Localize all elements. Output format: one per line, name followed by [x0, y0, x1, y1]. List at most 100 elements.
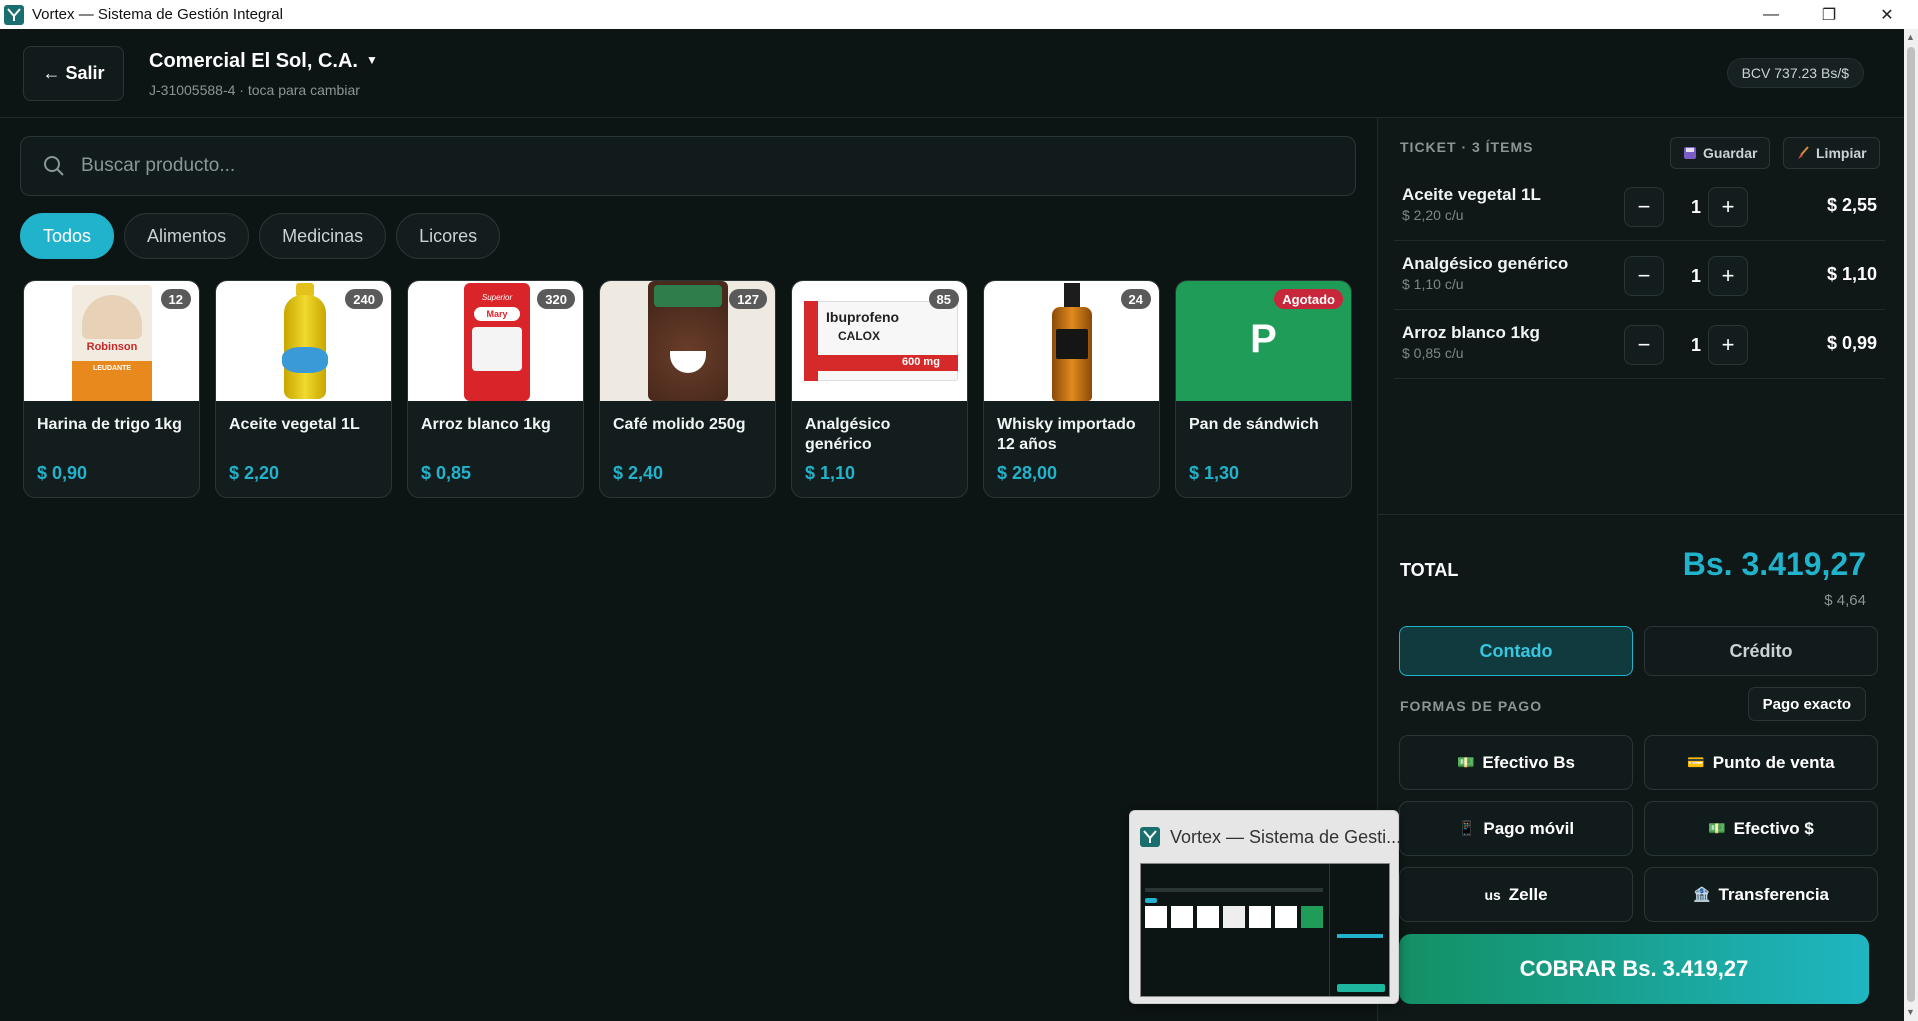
pay-label: Transferencia	[1718, 884, 1829, 904]
total-bs: Bs. 3.419,27	[1682, 546, 1866, 582]
line-unit-price: $ 1,10 c/u	[1402, 276, 1464, 292]
app-header: ← Salir Comercial El Sol, C.A. ▼ J-310055…	[0, 29, 1904, 118]
product-image-ibuprofen: Ibuprofeno CALOX 600 mg 85	[792, 281, 967, 401]
category-medicinas[interactable]: Medicinas	[259, 213, 387, 259]
scrollbar-thumb[interactable]	[1907, 47, 1915, 1002]
line-total: $ 2,55	[1826, 195, 1877, 215]
save-ticket-button[interactable]: Guardar	[1670, 137, 1771, 169]
exit-button[interactable]: ← Salir	[23, 46, 124, 101]
clear-ticket-button[interactable]: Limpiar	[1783, 137, 1880, 169]
flour-sub: LEUDANTE	[92, 365, 132, 372]
product-card[interactable]: 24 Whisky importado 12 años $ 28,00	[983, 280, 1160, 498]
decrease-qty-button[interactable]: −	[1624, 256, 1664, 296]
increase-qty-button[interactable]: +	[1708, 187, 1748, 227]
stock-badge: 85	[928, 289, 959, 309]
product-image-whisky: 24	[984, 281, 1159, 401]
pay-zelle-button[interactable]: us Zelle	[1399, 867, 1633, 922]
rice-brand: Mary	[474, 307, 520, 321]
pay-mobile-button[interactable]: 📱 Pago móvil	[1399, 801, 1633, 856]
banknote-icon: 💵	[1456, 754, 1475, 770]
mode-credit-button[interactable]: Crédito	[1644, 626, 1878, 676]
total-label: TOTAL	[1400, 560, 1459, 580]
ticket-line: Arroz blanco 1kg $ 0,85 c/u − 1 + $ 0,99	[1394, 311, 1885, 379]
floppy-disk-icon	[1684, 147, 1696, 159]
line-unit-price: $ 0,85 c/u	[1402, 345, 1464, 361]
preview-title: Vortex — Sistema de Gesti...	[1170, 827, 1402, 847]
preview-thumbnail	[1140, 863, 1390, 997]
restore-button[interactable]: ❐	[1806, 0, 1852, 29]
product-name: Pan de sándwich	[1189, 416, 1319, 433]
product-image-placeholder: P Agotado	[1176, 281, 1351, 401]
pay-cash-bs-button[interactable]: 💵 Efectivo Bs	[1399, 735, 1633, 790]
product-letter: P	[1250, 317, 1277, 361]
product-price: $ 1,10	[805, 463, 856, 483]
category-alimentos[interactable]: Alimentos	[124, 213, 250, 259]
vortex-app-icon	[1140, 827, 1160, 847]
ticket-line: Aceite vegetal 1L $ 2,20 c/u − 1 + $ 2,5…	[1394, 173, 1885, 241]
bank-icon: 🏦	[1693, 886, 1711, 902]
product-image-flour: Robinson LEUDANTE 12	[24, 281, 199, 401]
product-name: Whisky importado 12 años	[997, 416, 1136, 453]
decrease-qty-button[interactable]: −	[1624, 325, 1664, 365]
pay-pos-button[interactable]: 💳 Punto de venta	[1644, 735, 1878, 790]
increase-qty-button[interactable]: +	[1708, 325, 1748, 365]
company-selector[interactable]: Comercial El Sol, C.A. ▼	[149, 50, 378, 73]
mobile-phone-icon: 📱	[1457, 820, 1476, 836]
product-name: Arroz blanco 1kg	[421, 416, 551, 433]
product-search[interactable]	[20, 136, 1356, 196]
stock-badge: 127	[729, 289, 767, 309]
rice-sub: Superior	[481, 293, 513, 302]
total-usd: $ 4,64	[1824, 592, 1866, 609]
line-unit-price: $ 2,20 c/u	[1402, 207, 1464, 223]
ticket-panel: TICKET · 3 ÍTEMS Guardar Limpiar Aceite …	[1377, 118, 1905, 1021]
pay-label: Efectivo Bs	[1482, 752, 1576, 772]
increase-qty-button[interactable]: +	[1708, 256, 1748, 296]
pay-label: Zelle	[1508, 884, 1548, 904]
window-titlebar: Vortex — Sistema de Gestión Integral — ❐…	[0, 0, 1918, 29]
category-tabs: Todos Alimentos Medicinas Licores	[20, 213, 501, 259]
caret-down-icon: ▼	[365, 53, 378, 67]
product-card[interactable]: P Agotado Pan de sándwich $ 1,30	[1175, 280, 1352, 498]
taskbar-window-preview[interactable]: Vortex — Sistema de Gesti...	[1129, 810, 1402, 1004]
flour-brand: Robinson	[86, 341, 138, 353]
product-name: Aceite vegetal 1L	[229, 416, 360, 433]
product-card[interactable]: Robinson LEUDANTE 12 Harina de trigo 1kg…	[23, 280, 200, 498]
line-qty: 1	[1690, 197, 1701, 217]
line-qty: 1	[1690, 335, 1701, 355]
category-todos[interactable]: Todos	[20, 213, 115, 259]
exchange-rate-badge: BCV 737.23 Bs/$	[1726, 58, 1864, 88]
search-input[interactable]	[81, 155, 1281, 177]
line-name: Arroz blanco 1kg	[1402, 323, 1540, 342]
line-name: Analgésico genérico	[1402, 254, 1569, 273]
product-card[interactable]: Ibuprofeno CALOX 600 mg 85 Analgésico ge…	[791, 280, 968, 498]
clear-label: Limpiar	[1816, 145, 1867, 161]
scroll-down-icon[interactable]: ▼	[1906, 1007, 1915, 1017]
product-image-rice: Superior Mary 320	[408, 281, 583, 401]
mode-cash-button[interactable]: Contado	[1399, 626, 1633, 676]
product-price: $ 2,40	[613, 463, 664, 483]
line-total: $ 0,99	[1826, 333, 1877, 353]
charge-button[interactable]: COBRAR Bs. 3.419,27	[1399, 934, 1869, 1004]
pay-transfer-button[interactable]: 🏦 Transferencia	[1644, 867, 1878, 922]
line-name: Aceite vegetal 1L	[1402, 185, 1541, 204]
stock-badge: 24	[1120, 289, 1151, 309]
decrease-qty-button[interactable]: −	[1624, 187, 1664, 227]
scroll-up-icon[interactable]: ▲	[1906, 32, 1915, 42]
pay-cash-usd-button[interactable]: 💵 Efectivo $	[1644, 801, 1878, 856]
category-licores[interactable]: Licores	[396, 213, 501, 259]
product-card[interactable]: 127 Café molido 250g $ 2,40	[599, 280, 776, 498]
product-card[interactable]: Superior Mary 320 Arroz blanco 1kg $ 0,8…	[407, 280, 584, 498]
vertical-scrollbar[interactable]: ▲ ▼	[1904, 29, 1918, 1021]
panel-divider	[1378, 514, 1905, 515]
product-price: $ 2,20	[229, 463, 280, 483]
product-card[interactable]: 240 Aceite vegetal 1L $ 2,20	[215, 280, 392, 498]
exact-payment-button[interactable]: Pago exacto	[1747, 687, 1866, 721]
product-price: $ 0,85	[421, 463, 472, 483]
sold-out-badge: Agotado	[1274, 289, 1343, 309]
pos-app: ← Salir Comercial El Sol, C.A. ▼ J-310055…	[0, 29, 1905, 1021]
stock-badge: 12	[160, 289, 191, 309]
banknote-icon: 💵	[1708, 820, 1726, 836]
close-button[interactable]: ✕	[1864, 0, 1910, 29]
payment-methods-label: FORMAS DE PAGO	[1400, 698, 1543, 714]
minimize-button[interactable]: —	[1748, 0, 1794, 29]
